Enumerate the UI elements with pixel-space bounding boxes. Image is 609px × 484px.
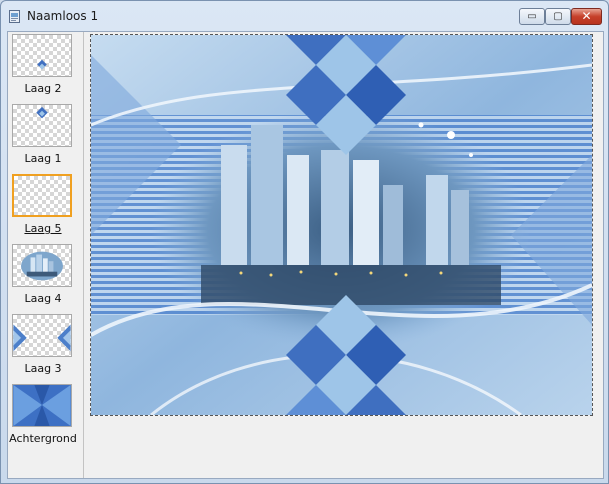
layer-item-laag-5[interactable]: Laag 5: [8, 172, 83, 242]
layer-item-laag-3[interactable]: Laag 3: [8, 312, 83, 382]
diamond-preview-icon: [37, 59, 47, 70]
document-icon: [9, 10, 20, 23]
minimize-button[interactable]: ▭: [519, 8, 545, 25]
layer-label: Laag 3: [24, 362, 62, 375]
layer-thumbnail: [12, 104, 72, 147]
layer-label: Laag 4: [24, 292, 62, 305]
document-window: Naamloos 1 ▭ ▢ ✕ Laag 2 Laag 1 Laag 5 La…: [0, 0, 609, 484]
triangles-preview-icon: [13, 324, 71, 352]
layer-item-achtergrond[interactable]: Achtergrond: [8, 382, 83, 452]
layer-label: Laag 2: [24, 82, 62, 95]
layer-label: Achtergrond: [9, 432, 77, 445]
layer-label: Laag 1: [24, 152, 62, 165]
city-preview-icon: [21, 251, 63, 281]
layer-item-laag-1[interactable]: Laag 1: [8, 102, 83, 172]
close-icon: ✕: [581, 9, 592, 23]
minimize-icon: ▭: [527, 11, 537, 22]
layer-thumbnail: [12, 244, 72, 287]
canvas-area[interactable]: [84, 32, 603, 478]
background-preview-icon: [13, 385, 71, 426]
window-title: Naamloos 1: [27, 9, 99, 23]
layer-thumbnail: [12, 34, 72, 77]
close-button[interactable]: ✕: [571, 8, 602, 25]
layer-thumbnail: [12, 314, 72, 357]
window-client-area: Laag 2 Laag 1 Laag 5 Laag 4 Laag 3 Achte…: [7, 31, 604, 479]
maximize-icon: ▢: [553, 11, 563, 22]
layer-item-laag-2[interactable]: Laag 2: [8, 32, 83, 102]
layer-label: Laag 5: [24, 222, 62, 235]
layer-thumbnail: [12, 384, 72, 427]
canvas-artwork: [91, 35, 592, 415]
layer-thumbnail: [12, 174, 72, 217]
title-bar[interactable]: Naamloos 1 ▭ ▢ ✕: [1, 1, 608, 31]
layer-item-laag-4[interactable]: Laag 4: [8, 242, 83, 312]
diamond-preview-icon: [36, 106, 48, 119]
maximize-button[interactable]: ▢: [545, 8, 571, 25]
image-canvas[interactable]: [90, 34, 593, 416]
layer-palette: Laag 2 Laag 1 Laag 5 Laag 4 Laag 3 Achte…: [8, 32, 84, 478]
